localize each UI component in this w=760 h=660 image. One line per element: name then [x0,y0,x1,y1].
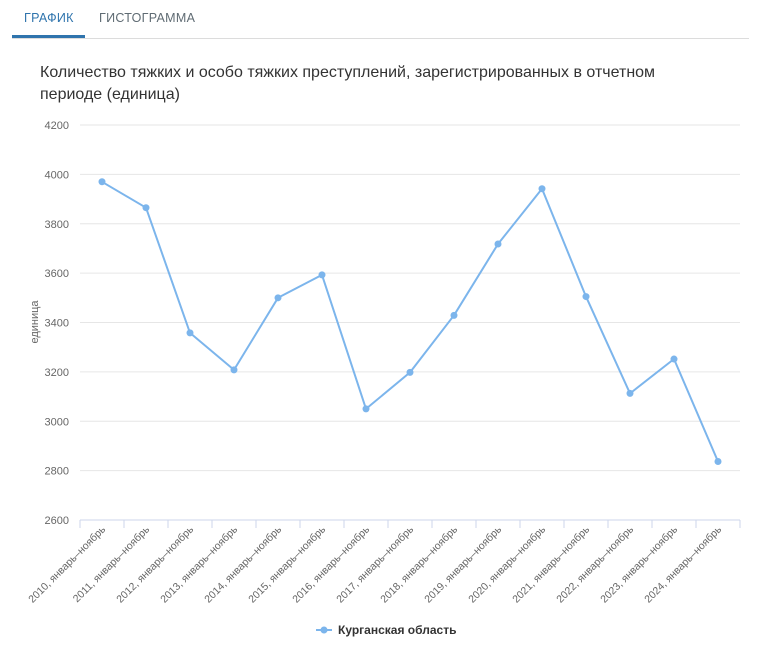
series-kurgan [98,178,722,465]
data-point[interactable] [406,368,414,376]
data-point[interactable] [362,405,370,413]
data-point[interactable] [318,271,326,279]
y-tick-label: 2800 [45,466,69,478]
y-tick-label: 3600 [45,268,69,280]
data-point[interactable] [582,293,590,301]
x-tick-label: 2018, январь–ноябрь [378,523,460,605]
y-axis-ticks: 2600 2800 3000 3200 3400 3600 3800 4000 4200 [45,120,69,527]
x-tick-label: 2019, январь–ноябрь [422,523,504,605]
grid-lines [80,124,740,472]
x-tick-label: 2023, январь–ноябрь [598,523,680,605]
data-point[interactable] [274,294,282,302]
data-point[interactable] [626,389,634,397]
y-tick-label: 3800 [45,219,69,231]
data-point[interactable] [714,457,722,465]
legend-marker [320,626,328,634]
x-tick-label: 2015, январь–ноябрь [246,523,328,605]
legend-label[interactable]: Курганская область [338,623,456,637]
y-tick-label: 2600 [45,515,69,527]
x-tick-label: 2024, январь–ноябрь [642,523,724,605]
data-point[interactable] [98,178,106,186]
y-tick-label: 4000 [45,169,69,181]
y-tick-label: 4200 [45,120,69,132]
data-point[interactable] [186,329,194,337]
x-axis: 2010, январь–ноябрь2011, январь–ноябрь20… [26,519,741,606]
data-point[interactable] [538,185,546,193]
x-tick-label: 2010, январь–ноябрь [26,523,108,605]
x-tick-label: 2011, январь–ноябрь [71,523,153,605]
y-axis-label: единица [29,300,41,344]
x-tick-label: 2014, январь–ноябрь [202,523,284,605]
x-tick-label: 2017, январь–ноябрь [334,523,416,605]
x-tick-label: 2013, январь–ноябрь [158,523,240,605]
y-tick-label: 3400 [45,318,69,330]
data-point[interactable] [670,355,678,363]
x-tick-label: 2020, январь–ноябрь [466,523,548,605]
data-point[interactable] [450,311,458,319]
y-tick-label: 3000 [45,416,69,428]
data-point[interactable] [142,204,150,212]
x-tick-label: 2016, январь–ноябрь [290,523,372,605]
data-point[interactable] [230,366,238,374]
x-tick-label: 2012, январь–ноябрь [114,523,196,605]
legend[interactable]: Курганская область [316,623,456,637]
line-chart: 2600 2800 3000 3200 3400 3600 3800 4000 4200 еди… [26,120,741,637]
data-point[interactable] [494,240,502,248]
x-tick-label: 2021, январь–ноябрь [510,523,592,605]
x-tick-label: 2022, январь–ноябрь [554,523,636,605]
y-tick-label: 3200 [45,367,69,379]
